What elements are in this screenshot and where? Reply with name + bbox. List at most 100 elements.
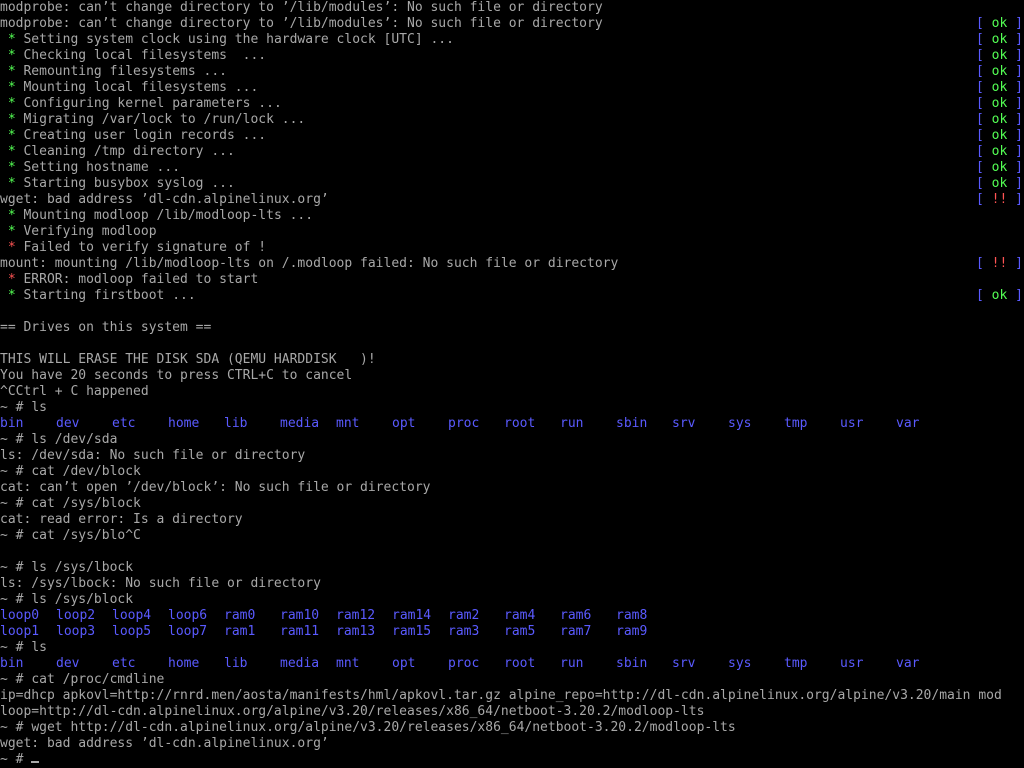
block-listing-row: loop0 loop2 loop4 loop6 ram0 ram10 ram12… (0, 608, 1024, 624)
block-entry: ram8 (616, 608, 648, 623)
active-prompt-line[interactable]: ~ # (0, 752, 1024, 768)
dir-listing-row: bin dev etc home lib media mnt opt proc … (0, 416, 1024, 432)
bullet-ok: * (7, 176, 16, 191)
service-line: * Mounting local filesystems ... [ ok ] (0, 80, 1024, 96)
service-text: Failed to verify signature of ! (23, 240, 267, 255)
block-entry: ram12 (336, 608, 376, 623)
command-line: ~ # ls (0, 400, 1024, 416)
bullet-ok: * (7, 128, 16, 143)
service-text: Verifying modloop (23, 224, 157, 239)
block-entry: ram0 (224, 608, 256, 623)
command-line: ~ # wget http://dl-cdn.alpinelinux.org/a… (0, 720, 1024, 736)
command-output: ls: /dev/sda: No such file or directory (0, 448, 306, 463)
dir-entry: lib (224, 656, 248, 671)
service-text: Starting firstboot ... (23, 288, 196, 303)
bullet-ok: * (7, 160, 16, 175)
service-line: * Setting system clock using the hardwar… (0, 32, 1024, 48)
block-entry: loop3 (56, 624, 96, 639)
block-entry: loop2 (56, 608, 96, 623)
status-ok: [ ok ] (976, 16, 1023, 31)
service-line: * Configuring kernel parameters ... [ ok … (0, 96, 1024, 112)
command-text: wget http://dl-cdn.alpinelinux.org/alpin… (31, 720, 736, 735)
dir-entry: bin (0, 656, 24, 671)
service-line: * Setting hostname ... [ ok ] (0, 160, 1024, 176)
command-output: cat: read error: Is a directory (0, 512, 243, 527)
console-screen[interactable]: modprobe: can’t change directory to ’/li… (0, 0, 1024, 768)
console-line: modprobe: can’t change directory to ’/li… (0, 16, 1024, 32)
console-line: cat: read error: Is a directory (0, 512, 1024, 528)
dir-entry: var (896, 656, 920, 671)
status-ok: [ ok ] (976, 176, 1023, 191)
wget-error: wget: bad address ’dl-cdn.alpinelinux.or… (0, 192, 329, 207)
cancel-text: ^CCtrl + C happened (0, 384, 149, 399)
command-line: ~ # ls /sys/block (0, 592, 1024, 608)
drives-header: == Drives on this system == (0, 320, 212, 335)
dir-entry: var (896, 416, 920, 431)
block-entry: ram2 (448, 608, 480, 623)
service-line: * Cleaning /tmp directory ... [ ok ] (0, 144, 1024, 160)
text-cursor (31, 761, 40, 763)
command-line: ~ # cat /sys/block (0, 496, 1024, 512)
dir-entry: srv (672, 656, 696, 671)
shell-prompt: ~ # (0, 720, 32, 735)
block-entry: ram15 (392, 624, 432, 639)
status-fail: [ !! ] (976, 256, 1023, 271)
block-entry: ram6 (560, 608, 592, 623)
shell-prompt: ~ # (0, 752, 32, 767)
service-text: Checking local filesystems ... (23, 48, 267, 63)
command-line: ~ # ls /sys/lbock (0, 560, 1024, 576)
dir-entry: tmp (784, 656, 808, 671)
dir-entry: media (280, 416, 320, 431)
dir-entry: etc (112, 656, 136, 671)
command-text: cat /sys/blo^C (31, 528, 141, 543)
dir-entry: mnt (336, 416, 360, 431)
bullet-ok: * (7, 64, 16, 79)
bullet-ok: * (7, 48, 16, 63)
service-line: * Starting busybox syslog ... [ ok ] (0, 176, 1024, 192)
command-text: ls /dev/sda (31, 432, 118, 447)
service-line: * ERROR: modloop failed to start (0, 272, 1024, 288)
dir-entry: root (504, 416, 536, 431)
dir-entry: etc (112, 416, 136, 431)
block-entry: ram10 (280, 608, 320, 623)
service-text: Mounting local filesystems ... (23, 80, 259, 95)
shell-prompt: ~ # (0, 672, 32, 687)
status-ok: [ ok ] (976, 128, 1023, 143)
dir-entry: opt (392, 416, 416, 431)
service-text: Cleaning /tmp directory ... (23, 144, 235, 159)
bullet-ok: * (7, 144, 16, 159)
status-ok: [ ok ] (976, 160, 1023, 175)
block-entry: ram9 (616, 624, 648, 639)
dir-entry: srv (672, 416, 696, 431)
block-entry: ram13 (336, 624, 376, 639)
dir-listing-row: bin dev etc home lib media mnt opt proc … (0, 656, 1024, 672)
console-line: ^CCtrl + C happened (0, 384, 1024, 400)
service-text: Creating user login records ... (23, 128, 267, 143)
console-line: ip=dhcp apkovl=http://rnrd.men/aosta/man… (0, 688, 1024, 704)
console-line: mount: mounting /lib/modloop-lts on /.mo… (0, 256, 1024, 272)
bullet-error: * (7, 272, 16, 287)
dir-entry: dev (56, 656, 80, 671)
bullet-error: * (7, 240, 16, 255)
block-entry: ram3 (448, 624, 480, 639)
service-line: * Verifying modloop (0, 224, 1024, 240)
console-line: ls: /sys/lbock: No such file or director… (0, 576, 1024, 592)
command-text: ls (31, 640, 47, 655)
dir-entry: usr (840, 416, 864, 431)
dir-entry: usr (840, 656, 864, 671)
status-ok: [ ok ] (976, 112, 1023, 127)
service-line: * Creating user login records ... [ ok ] (0, 128, 1024, 144)
command-line: ~ # cat /dev/block (0, 464, 1024, 480)
shell-prompt: ~ # (0, 560, 32, 575)
bullet-ok: * (7, 80, 16, 95)
modprobe-error: modprobe: can’t change directory to ’/li… (0, 0, 603, 15)
shell-prompt: ~ # (0, 464, 32, 479)
status-ok: [ ok ] (976, 80, 1023, 95)
dir-entry: dev (56, 416, 80, 431)
command-text: cat /proc/cmdline (31, 672, 165, 687)
service-text: ERROR: modloop failed to start (23, 272, 259, 287)
service-text: Setting system clock using the hardware … (23, 32, 454, 47)
dir-entry: mnt (336, 656, 360, 671)
bullet-ok: * (7, 96, 16, 111)
